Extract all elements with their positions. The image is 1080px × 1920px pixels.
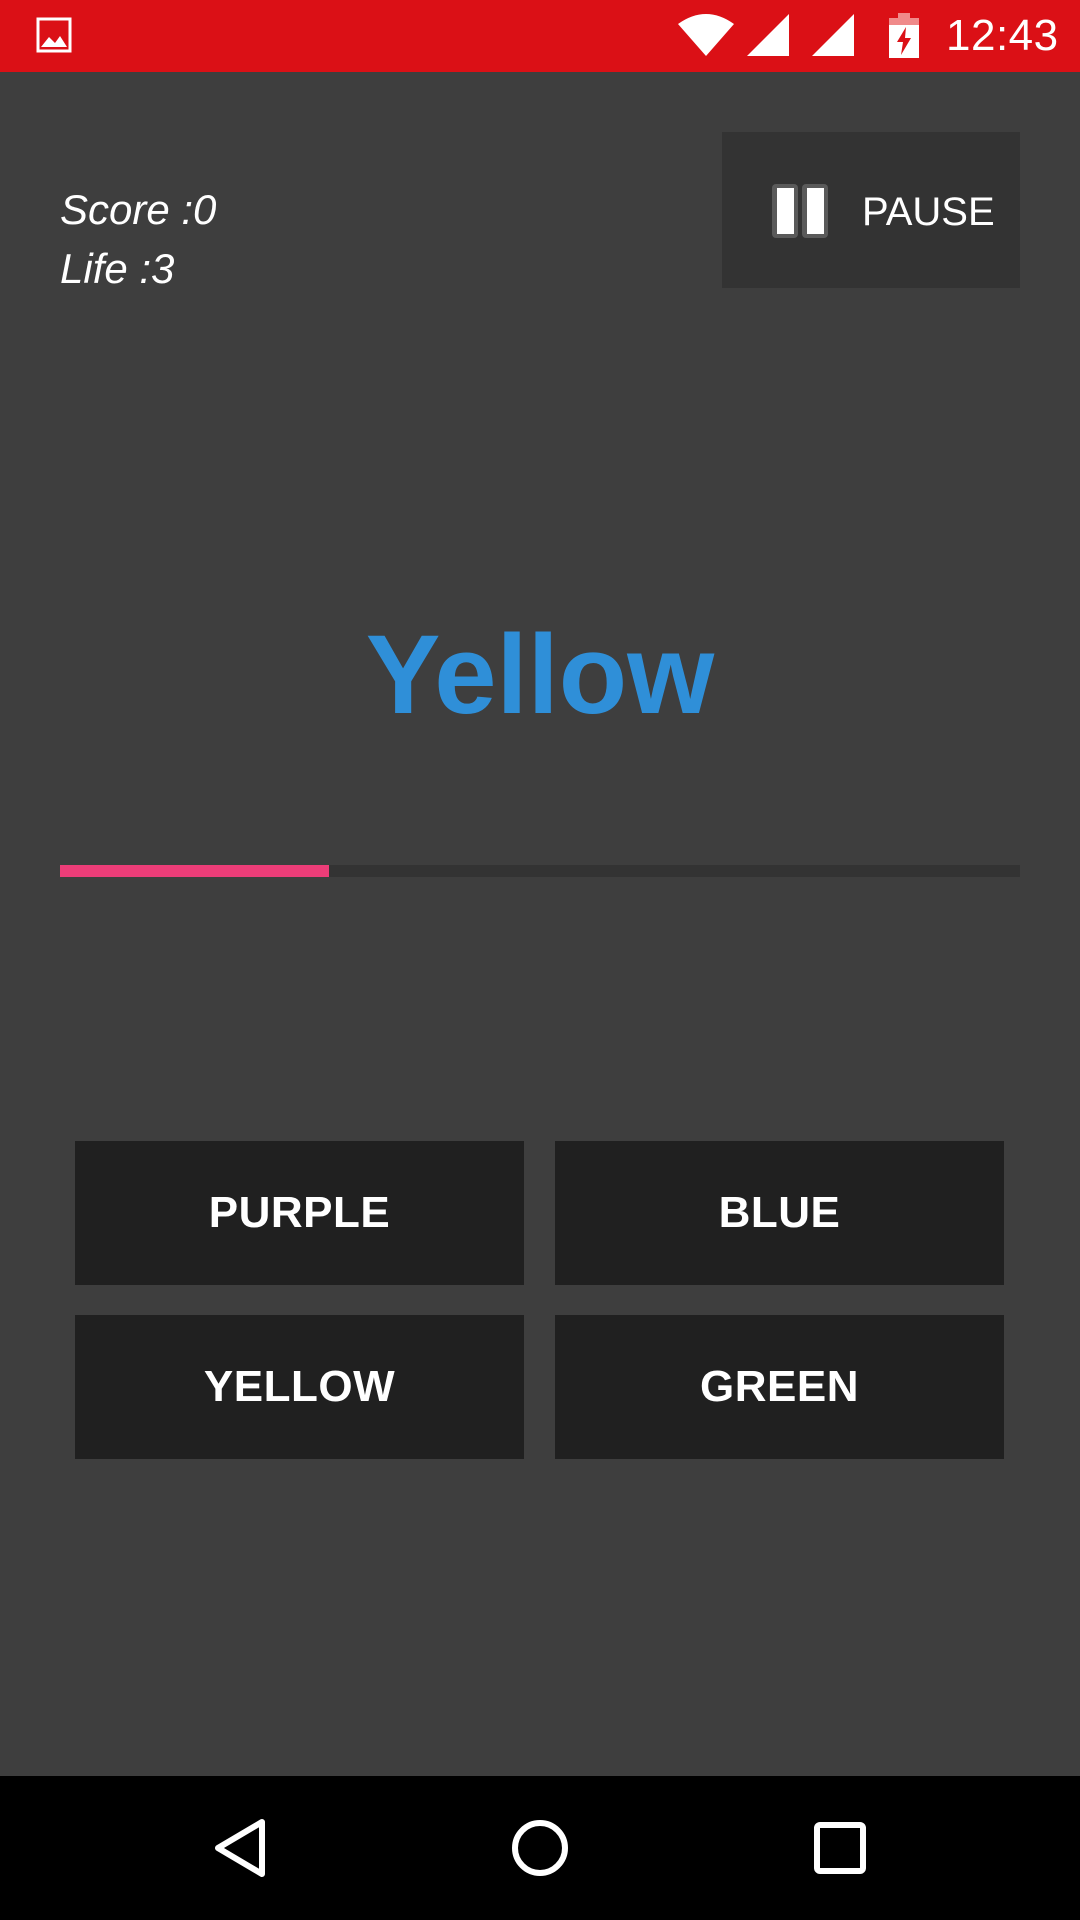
signal-icon — [747, 14, 789, 56]
pause-button[interactable]: PAUSE — [722, 132, 1020, 288]
game-screen: 12:43 Score :0 Life :3 PAUSE Yellow PURP… — [0, 0, 1080, 1920]
score-label: Score :0 — [60, 186, 217, 233]
answer-button-blue[interactable]: BLUE — [555, 1141, 1004, 1285]
navigation-bar — [0, 1776, 1080, 1920]
gallery-icon — [36, 17, 72, 53]
answer-button-yellow[interactable]: YELLOW — [75, 1315, 524, 1459]
status-clock: 12:43 — [946, 11, 1059, 60]
answer-label: BLUE — [718, 1188, 841, 1237]
timer-progress-fill — [60, 865, 329, 877]
recents-button[interactable] — [800, 1808, 880, 1888]
pause-icon — [772, 184, 828, 238]
home-icon — [512, 1820, 568, 1876]
battery-charging-icon — [889, 13, 919, 58]
answer-label: YELLOW — [203, 1362, 396, 1411]
life-label: Life :3 — [60, 245, 175, 292]
wifi-icon — [678, 14, 734, 56]
answer-label: PURPLE — [208, 1188, 391, 1237]
back-button[interactable] — [200, 1808, 280, 1888]
timer-progress-bar — [60, 865, 1020, 877]
target-color-word: Yellow — [365, 612, 715, 737]
home-button[interactable] — [500, 1808, 580, 1888]
back-icon — [215, 1819, 265, 1877]
signal-icon — [812, 14, 854, 56]
recents-icon — [814, 1822, 866, 1874]
pause-label: PAUSE — [862, 190, 995, 234]
status-bar: 12:43 — [0, 0, 1080, 72]
answer-label: GREEN — [700, 1362, 859, 1411]
answer-button-green[interactable]: GREEN — [555, 1315, 1004, 1459]
answer-button-purple[interactable]: PURPLE — [75, 1141, 524, 1285]
